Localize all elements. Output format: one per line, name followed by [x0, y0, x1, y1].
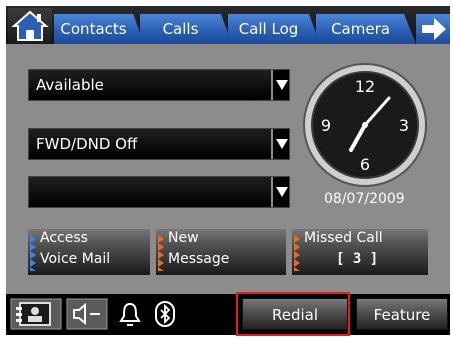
- orange-stripe-icon: [158, 235, 164, 271]
- clock-numeral-12: 12: [355, 77, 375, 96]
- tab-next[interactable]: [416, 14, 450, 44]
- presence-value: Available: [36, 76, 104, 94]
- phone-screen: Contacts Calls Call Log Camera Available…: [0, 0, 453, 339]
- missed-call-button[interactable]: Missed Call [ 3 ]: [292, 229, 428, 275]
- bottom-bar: Redial Feature: [6, 294, 450, 335]
- home-icon: [11, 10, 49, 41]
- redial-highlight-box: [236, 292, 350, 336]
- clock-numeral-6: 6: [360, 155, 370, 174]
- third-dropdown[interactable]: [28, 176, 290, 208]
- feature-button[interactable]: Feature: [356, 298, 448, 330]
- speaker-volume-icon[interactable]: [66, 298, 108, 330]
- chevron-down-icon: [276, 139, 288, 149]
- tab-home[interactable]: [8, 8, 52, 44]
- new-message-label-2: Message: [168, 251, 230, 267]
- tab-camera[interactable]: Camera: [316, 14, 416, 44]
- tab-call-log-label: Call Log: [238, 20, 299, 38]
- tab-contacts-label: Contacts: [60, 20, 127, 38]
- clock-numeral-9: 9: [321, 116, 331, 135]
- orange-stripe-icon: [294, 235, 300, 271]
- bluetooth-icon[interactable]: [152, 298, 178, 330]
- blue-stripe-icon: [30, 235, 36, 271]
- chevron-down-icon: [276, 187, 288, 197]
- arrow-right-icon: [422, 18, 446, 40]
- tab-camera-label: Camera: [331, 20, 390, 38]
- forwarding-dropdown[interactable]: FWD/DND Off: [28, 128, 290, 160]
- voicemail-label-1: Access: [40, 230, 88, 246]
- phonebook-icon[interactable]: [10, 298, 62, 330]
- tab-bar: Contacts Calls Call Log Camera: [6, 6, 450, 44]
- chevron-down-icon: [276, 80, 288, 90]
- presence-dropdown-button[interactable]: [271, 70, 289, 100]
- missed-call-count: [ 3 ]: [336, 251, 379, 267]
- bell-icon[interactable]: [116, 298, 144, 330]
- missed-call-label: Missed Call: [304, 230, 383, 246]
- third-dropdown-button[interactable]: [271, 177, 289, 207]
- main-panel: Available FWD/DND Off 12 3 6 9 08/07/200…: [6, 44, 450, 294]
- tab-calls[interactable]: Calls: [140, 14, 232, 44]
- new-message-label-1: New: [168, 230, 199, 246]
- tab-contacts[interactable]: Contacts: [54, 14, 144, 44]
- tab-call-log[interactable]: Call Log: [228, 14, 320, 44]
- new-message-button[interactable]: New Message: [156, 229, 286, 275]
- date-display: 08/07/2009: [324, 191, 405, 207]
- forwarding-value: FWD/DND Off: [36, 135, 138, 153]
- forwarding-dropdown-button[interactable]: [271, 129, 289, 159]
- tab-calls-label: Calls: [162, 20, 199, 38]
- presence-dropdown[interactable]: Available: [28, 69, 290, 101]
- voicemail-button[interactable]: Access Voice Mail: [28, 229, 150, 275]
- clock-numeral-3: 3: [399, 116, 409, 135]
- voicemail-label-2: Voice Mail: [40, 251, 111, 267]
- analog-clock: 12 3 6 9: [303, 63, 427, 187]
